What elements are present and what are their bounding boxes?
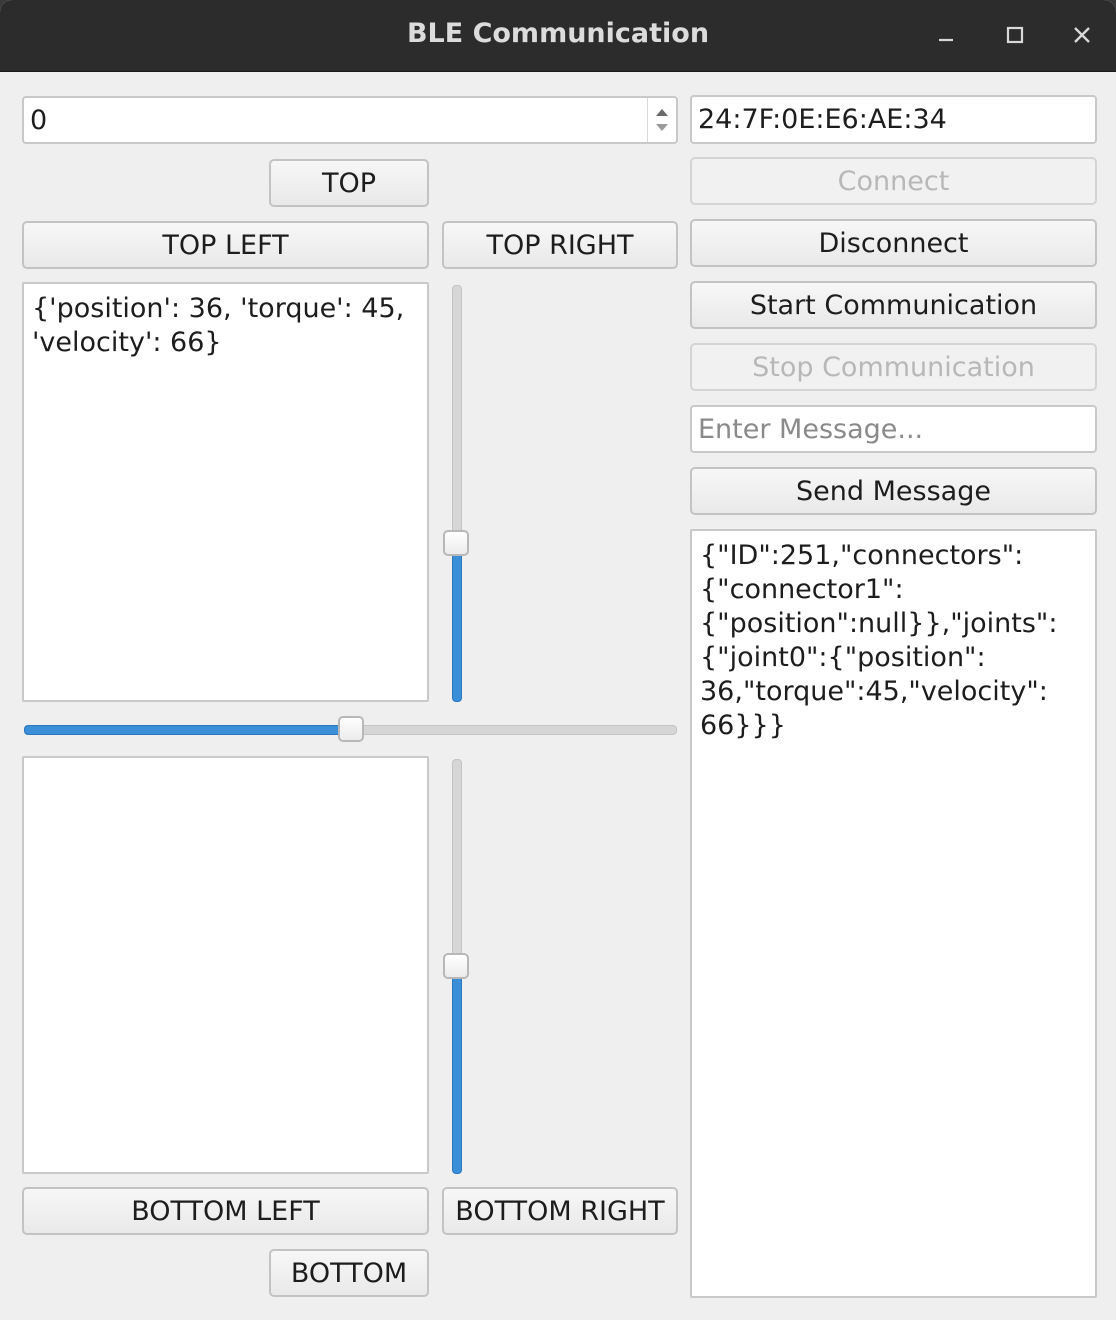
bottom-vertical-slider-handle[interactable] [443,953,469,979]
send-message-button[interactable]: Send Message [690,467,1097,515]
horizontal-slider[interactable] [24,716,677,742]
start-communication-button[interactable]: Start Communication [690,281,1097,329]
top-left-button[interactable]: TOP LEFT [22,221,429,269]
stop-communication-button[interactable]: Stop Communication [690,343,1097,391]
top-button[interactable]: TOP [269,159,429,207]
message-input[interactable]: Enter Message... [690,405,1097,453]
spinbox-value: 0 [30,104,48,136]
device-address-value: 24:7F:0E:E6:AE:34 [698,104,947,135]
close-icon[interactable] [1065,18,1099,52]
maximize-icon[interactable] [998,18,1032,52]
disconnect-button[interactable]: Disconnect [690,219,1097,267]
spin-down-icon[interactable] [654,122,670,134]
message-input-placeholder: Enter Message... [698,413,924,445]
top-vertical-slider-fill [452,543,462,702]
bottom-vertical-slider-fill [452,966,462,1174]
connect-button[interactable]: Connect [690,157,1097,205]
spinbox-arrows[interactable] [647,98,676,142]
bottom-output-text[interactable] [22,756,429,1174]
top-vertical-slider-handle[interactable] [443,530,469,556]
bottom-button[interactable]: BOTTOM [269,1249,429,1297]
spin-up-icon[interactable] [654,106,670,118]
bottom-right-button[interactable]: BOTTOM RIGHT [442,1187,678,1235]
message-log-text[interactable]: {"ID":251,"connectors": {"connector1": {… [690,529,1097,1298]
app-window: BLE Communication 0 TOP TOP LEFT TOP RIG… [0,0,1116,1320]
horizontal-slider-fill [24,725,352,735]
main-panel: 0 TOP TOP LEFT TOP RIGHT {'position': 36… [0,72,1116,1320]
top-right-button[interactable]: TOP RIGHT [442,221,678,269]
top-output-text[interactable]: {'position': 36, 'torque': 45, 'velocity… [22,282,429,702]
top-vertical-slider[interactable] [443,285,469,702]
minimize-icon[interactable] [929,18,963,52]
bottom-vertical-slider[interactable] [443,759,469,1174]
value-spinbox[interactable]: 0 [22,96,678,144]
device-address-field[interactable]: 24:7F:0E:E6:AE:34 [690,95,1097,144]
bottom-left-button[interactable]: BOTTOM LEFT [22,1187,429,1235]
horizontal-slider-handle[interactable] [338,716,364,742]
title-bar[interactable]: BLE Communication [0,0,1116,72]
